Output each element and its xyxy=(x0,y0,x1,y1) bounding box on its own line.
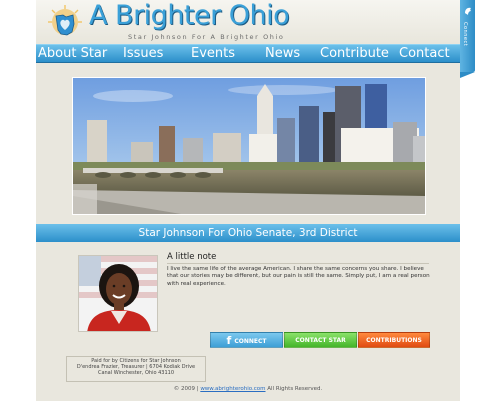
side-tab-tip xyxy=(460,72,475,78)
nav-item-news[interactable]: News xyxy=(265,45,300,63)
header: A Brighter Ohio Star Johnson For A Brigh… xyxy=(36,0,460,44)
candidate-portrait xyxy=(78,255,158,332)
contact-star-button[interactable]: CONTACT STAR xyxy=(284,332,357,348)
footer-site-link[interactable]: www.abrighterohio.com xyxy=(200,386,265,392)
footer: © 2009 | www.abrighterohio.com All Right… xyxy=(36,386,460,393)
page-container: A Brighter Ohio Star Johnson For A Brigh… xyxy=(36,0,460,401)
footer-rights: All Rights Reserved. xyxy=(267,386,323,392)
nav-item-issues[interactable]: Issues xyxy=(123,45,163,63)
nav-item-contact[interactable]: Contact xyxy=(399,45,450,63)
connect-button-label: CONNECT xyxy=(234,338,267,345)
side-tab-label: Connect xyxy=(462,22,468,47)
district-banner: Star Johnson For Ohio Senate, 3rd Distri… xyxy=(36,224,460,242)
nav-item-about-star[interactable]: About Star xyxy=(38,45,107,63)
note-heading: A little note xyxy=(167,252,217,262)
facebook-icon: f xyxy=(226,334,232,347)
site-tagline: Star Johnson For A Brighter Ohio xyxy=(128,33,285,41)
nav-item-events[interactable]: Events xyxy=(191,45,235,63)
bird-icon xyxy=(465,7,471,15)
footer-copyright: © 2009 | xyxy=(173,386,199,392)
paid-for-disclaimer: Paid for by Citizens for Star Johnson D'… xyxy=(66,356,206,382)
nav-item-contribute[interactable]: Contribute xyxy=(320,45,389,63)
note-divider xyxy=(167,263,429,264)
site-title[interactable]: A Brighter Ohio xyxy=(89,0,290,31)
hero-skyline-image xyxy=(72,77,426,215)
banner-text: Star Johnson For Ohio Senate, 3rd Distri… xyxy=(138,227,358,239)
main-nav: About Star Issues Events News Contribute… xyxy=(36,44,460,63)
side-connect-tab[interactable]: Connect xyxy=(460,0,475,72)
connect-button[interactable]: f CONNECT xyxy=(210,332,283,348)
paid-for-line-3: Canal Winchester, Ohio 43110 xyxy=(97,370,175,377)
note-body: I live the same life of the average Amer… xyxy=(167,266,430,287)
ohio-sun-logo-icon[interactable] xyxy=(46,4,84,42)
contributions-button[interactable]: CONTRIBUTIONS xyxy=(358,332,430,348)
